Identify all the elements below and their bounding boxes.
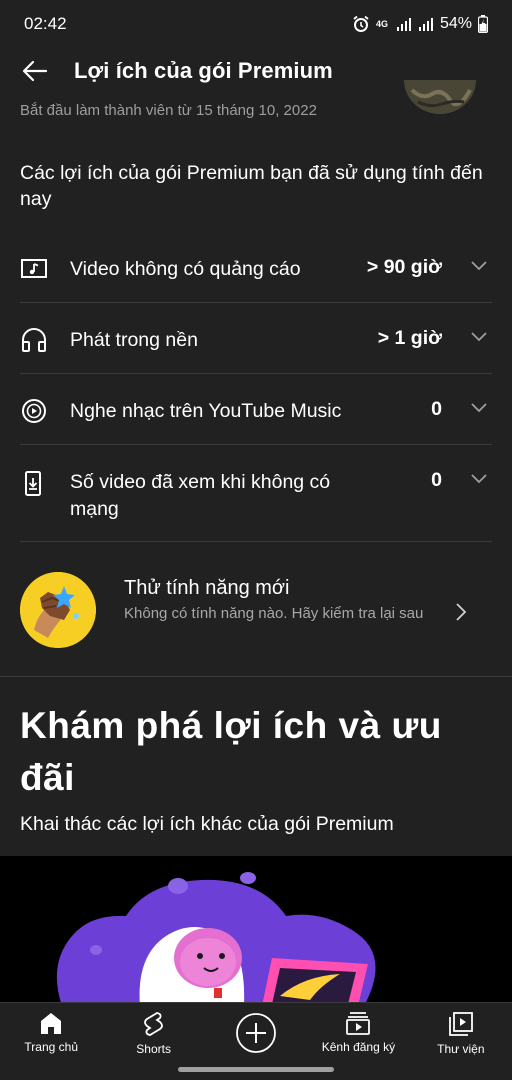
try-new-features-row[interactable]: Thử tính năng mới Không có tính năng nào…: [0, 568, 512, 654]
benefit-value: > 1 giờ: [377, 327, 442, 349]
home-icon: [41, 1013, 62, 1034]
nav-label: Shorts: [136, 1042, 171, 1056]
gesture-bar: [0, 1062, 512, 1080]
shorts-icon: [143, 1012, 163, 1036]
section-divider: [0, 676, 512, 677]
nav-label: Kênh đăng ký: [321, 1040, 396, 1054]
benefit-label: Nghe nhạc trên YouTube Music: [70, 400, 342, 422]
status-icons: 4G 54%: [352, 15, 488, 33]
home-indicator[interactable]: [178, 1067, 334, 1072]
benefit-value: > 90 giờ: [366, 256, 442, 278]
chevron-right-icon: [456, 603, 467, 621]
ad-free-music-icon: [21, 259, 47, 278]
chevron-down-icon: [471, 403, 487, 413]
subscriptions-icon: [346, 1012, 371, 1035]
nav-label: Trang chủ: [24, 1040, 78, 1054]
avatar: [400, 80, 480, 116]
nav-home[interactable]: Trang chủ: [0, 1003, 102, 1062]
nav-label: Thư viện: [437, 1042, 485, 1056]
new-features-title: Thử tính năng mới: [124, 577, 290, 599]
chevron-down-icon: [471, 261, 487, 271]
benefit-value: 0: [431, 398, 442, 420]
alarm-icon: [353, 15, 369, 32]
explore-subtitle: Khai thác các lợi ích khác của gói Premi…: [20, 813, 394, 835]
youtube-music-icon: [22, 399, 46, 423]
chevron-down-icon: [471, 474, 487, 484]
bottom-nav: Trang chủ Shorts Kênh đăng ký Thư viện: [0, 1002, 512, 1062]
new-features-badge-icon: [20, 572, 96, 648]
signal-icon-2: [418, 18, 433, 31]
arrow-back-icon: [22, 60, 48, 82]
promo-illustration[interactable]: [0, 856, 512, 1006]
benefit-label: Phát trong nền: [70, 329, 198, 351]
create-plus-icon: [236, 1013, 276, 1053]
explore-title: Khám phá lợi ích và ưu đãi: [20, 705, 442, 798]
battery-percent: 54%: [439, 15, 472, 32]
library-icon: [448, 1012, 473, 1036]
benefit-offline[interactable]: Số video đã xem khi không có mạng 0: [20, 445, 492, 542]
benefit-value: 0: [431, 469, 442, 491]
nav-create[interactable]: [205, 1003, 307, 1062]
nav-subscriptions[interactable]: Kênh đăng ký: [307, 1003, 409, 1062]
new-features-subtitle: Không có tính năng nào. Hãy kiểm tra lại…: [124, 605, 424, 622]
network-type-label: 4G: [375, 18, 388, 29]
benefit-label: Video không có quảng cáo: [70, 258, 301, 280]
status-time: 02:42: [24, 14, 67, 33]
status-bar: 02:42 4G 54%: [0, 0, 512, 48]
nav-shorts[interactable]: Shorts: [102, 1003, 204, 1062]
benefit-background-play[interactable]: Phát trong nền > 1 giờ: [20, 303, 492, 374]
back-button[interactable]: [0, 48, 74, 94]
benefits-list: Video không có quảng cáo > 90 giờ Phát t…: [20, 232, 492, 542]
benefit-youtube-music[interactable]: Nghe nhạc trên YouTube Music 0: [20, 374, 492, 445]
nav-library[interactable]: Thư viện: [410, 1003, 512, 1062]
chevron-down-icon: [471, 332, 487, 342]
battery-charging-icon: [478, 15, 488, 33]
offline-download-icon: [25, 471, 41, 496]
member-since-text: Bắt đầu làm thành viên từ 15 tháng 10, 2…: [20, 102, 317, 119]
signal-icon: [396, 18, 411, 31]
page-title: Lợi ích của gói Premium: [74, 58, 333, 83]
benefit-ad-free[interactable]: Video không có quảng cáo > 90 giờ: [20, 232, 492, 303]
benefit-label: Số video đã xem khi không có mạng: [70, 471, 331, 520]
benefits-heading: Các lợi ích của gói Premium bạn đã sử dụ…: [20, 162, 483, 210]
headphones-icon: [22, 328, 46, 352]
